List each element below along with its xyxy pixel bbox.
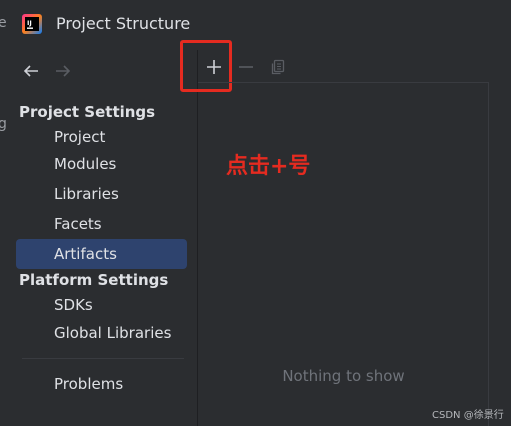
artifacts-list[interactable]: Nothing to show <box>198 82 489 426</box>
platform-settings-header: Platform Settings <box>19 271 169 289</box>
watermark: CSDN @徐景行 <box>432 410 504 421</box>
background-window-edge: e g <box>0 0 8 426</box>
copy-icon[interactable] <box>267 56 289 78</box>
sidebar-item-artifacts[interactable]: Artifacts <box>16 239 187 269</box>
annotation-text: 点击+号 <box>226 154 311 179</box>
title-bar: IJ Project Structure <box>8 0 511 50</box>
sidebar-item-modules[interactable]: Modules <box>16 149 187 179</box>
sidebar-item-project[interactable]: Project <box>16 122 187 152</box>
project-structure-dialog: IJ Project Structure Project Settings Pr… <box>8 0 511 426</box>
logo-text: IJ <box>27 19 32 27</box>
sidebar-item-global-libraries[interactable]: Global Libraries <box>16 318 187 348</box>
sidebar-item-facets[interactable]: Facets <box>16 209 187 239</box>
sidebar-item-libraries[interactable]: Libraries <box>16 179 187 209</box>
back-arrow-icon[interactable] <box>22 62 40 84</box>
sidebar-item-sdks[interactable]: SDKs <box>16 290 187 320</box>
background-text-fragment: e <box>0 15 7 31</box>
empty-state-text: Nothing to show <box>282 367 405 385</box>
window-title: Project Structure <box>56 14 191 33</box>
sidebar: Project Settings Project Modules Librari… <box>8 50 198 426</box>
forward-arrow-icon[interactable] <box>54 62 72 84</box>
minus-icon[interactable] <box>235 56 257 78</box>
sidebar-divider <box>22 358 184 359</box>
artifacts-toolbar <box>198 50 489 82</box>
sidebar-item-problems[interactable]: Problems <box>16 369 187 399</box>
background-text-fragment: g <box>0 116 7 132</box>
project-settings-header: Project Settings <box>19 103 156 121</box>
intellij-logo-icon: IJ <box>22 14 42 34</box>
